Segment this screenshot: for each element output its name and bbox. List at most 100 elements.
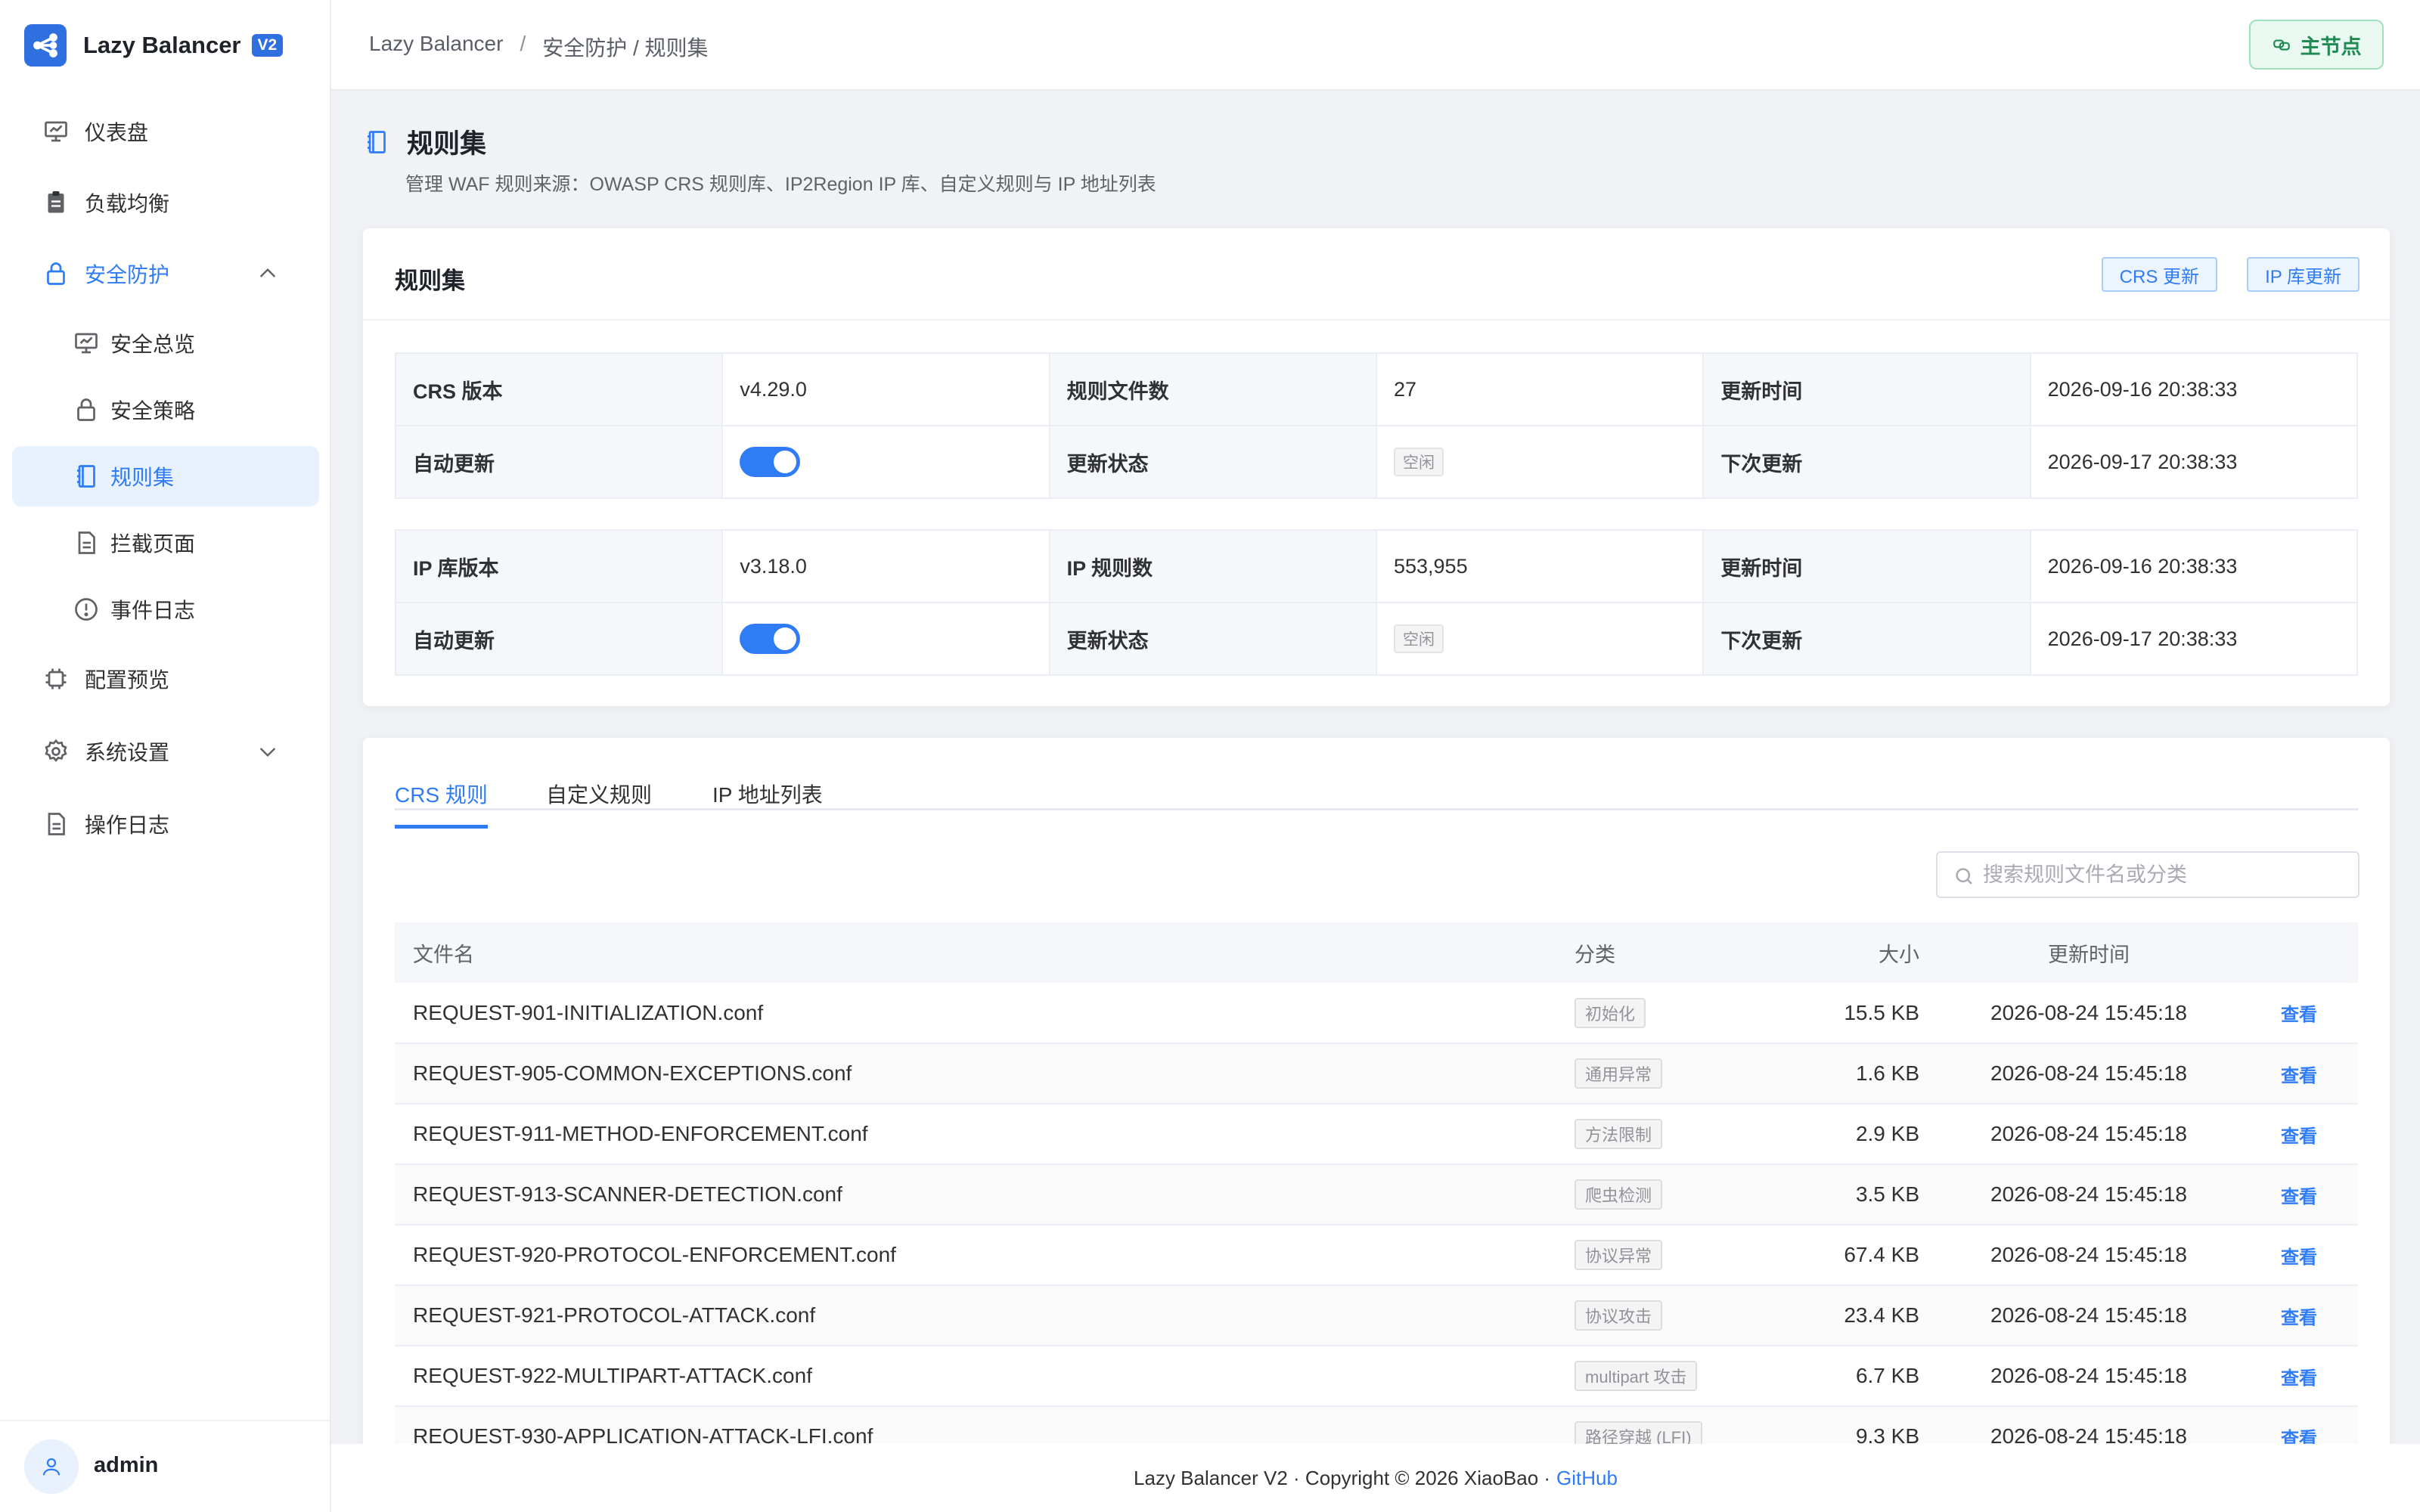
crs-version-value: v4.29.0 <box>721 352 1050 426</box>
column-header-category[interactable]: 分类 <box>1575 922 1801 983</box>
sidebar-item-load-balance[interactable]: 负载均衡 <box>12 172 319 233</box>
sidebar-item-security-policy[interactable]: 安全策略 <box>12 380 319 440</box>
table-row: REQUEST-911-METHOD-ENFORCEMENT.conf 方法限制… <box>395 1104 2358 1165</box>
sidebar-item-event-log[interactable]: 事件日志 <box>12 579 319 640</box>
rule-updated: 2026-08-24 15:45:18 <box>1938 1164 2240 1225</box>
page-title: 规则集 <box>407 129 487 159</box>
brand[interactable]: Lazy Balancer V2 <box>24 24 284 67</box>
notebook-icon <box>77 465 95 488</box>
column-header-size[interactable]: 大小 <box>1801 922 1938 983</box>
sidebar-item-block-page[interactable]: 拦截页面 <box>12 513 319 573</box>
chevron-up-icon <box>259 268 276 277</box>
view-button[interactable]: 查看 <box>2240 1104 2358 1165</box>
primary-node-label: 主节点 <box>2300 35 2362 58</box>
sidebar-item-label: 系统设置 <box>85 741 170 764</box>
monitor-icon <box>75 333 98 354</box>
github-link[interactable]: GitHub <box>1556 1467 1618 1490</box>
lock-icon <box>47 262 65 285</box>
view-button[interactable]: 查看 <box>2240 1043 2358 1105</box>
category-tag: 通用异常 <box>1575 1058 1663 1089</box>
table-row: REQUEST-913-SCANNER-DETECTION.conf 爬虫检测 … <box>395 1164 2358 1225</box>
notebook-icon <box>368 130 386 153</box>
sidebar-item-security[interactable]: 安全防护 <box>12 243 319 304</box>
sidebar-item-label: 事件日志 <box>110 599 196 622</box>
crs-update-button[interactable]: CRS 更新 <box>2101 257 2217 292</box>
user-icon <box>42 1458 60 1476</box>
view-button[interactable]: 查看 <box>2240 1285 2358 1346</box>
ip-info-table: IP 库版本 v3.18.0 IP 规则数 553,955 更新时间 2026-… <box>394 529 2359 676</box>
ip-rules-value: 553,955 <box>1375 529 1705 603</box>
page-subtitle: 管理 WAF 规则来源：OWASP CRS 规则库、IP2Region IP 库… <box>405 174 1156 195</box>
sidebar-item-dashboard[interactable]: 仪表盘 <box>12 101 319 162</box>
tab-custom-rules[interactable]: 自定义规则 <box>546 779 652 823</box>
sidebar-item-system-settings[interactable]: 系统设置 <box>12 721 319 782</box>
dashboard-icon <box>45 121 67 142</box>
top-header: Lazy Balancer / 安全防护 / 规则集 主节点 <box>331 0 2420 91</box>
ip-auto-update-label: 自动更新 <box>394 602 724 676</box>
rule-updated: 2026-08-24 15:45:18 <box>1938 1225 2240 1286</box>
rule-category-cell: 协议攻击 <box>1575 1285 1801 1346</box>
rule-category-cell: 初始化 <box>1575 983 1801 1044</box>
breadcrumb: Lazy Balancer / 安全防护 / 规则集 <box>369 32 709 62</box>
tab-ip-list[interactable]: IP 地址列表 <box>712 779 823 823</box>
sidebar-item-label: 拦截页面 <box>110 532 196 556</box>
column-header-filename[interactable]: 文件名 <box>395 922 1575 983</box>
rules-tabs: CRS 规则 自定义规则 IP 地址列表 <box>395 779 2358 829</box>
crs-updated-value: 2026-09-16 20:38:33 <box>2029 352 2359 426</box>
sidebar-item-label: 配置预览 <box>85 668 170 692</box>
crs-auto-update-label: 自动更新 <box>394 425 724 499</box>
category-tag: 方法限制 <box>1575 1119 1663 1149</box>
view-button[interactable]: 查看 <box>2240 1346 2358 1407</box>
sidebar-item-label: 操作日志 <box>85 813 170 837</box>
ip-next-label: 下次更新 <box>1702 602 2031 676</box>
rule-search <box>1936 851 2360 898</box>
ip-version-value: v3.18.0 <box>721 529 1050 603</box>
primary-node-button[interactable]: 主节点 <box>2249 20 2384 70</box>
rule-size: 3.5 KB <box>1801 1164 1938 1225</box>
crs-auto-update-toggle[interactable] <box>740 447 801 477</box>
sidebar-item-label: 仪表盘 <box>85 121 149 144</box>
view-button[interactable]: 查看 <box>2240 983 2358 1044</box>
clipboard-icon <box>48 191 64 213</box>
ip-next-value: 2026-09-17 20:38:33 <box>2029 602 2359 676</box>
ip-auto-update-toggle[interactable] <box>740 624 801 654</box>
alert-circle-icon <box>75 598 98 621</box>
column-header-updated[interactable]: 更新时间 <box>1938 922 2240 983</box>
view-button[interactable]: 查看 <box>2240 1164 2358 1225</box>
sidebar-item-label: 规则集 <box>110 466 175 489</box>
sidebar-item-operation-log[interactable]: 操作日志 <box>12 794 319 854</box>
breadcrumb-root[interactable]: Lazy Balancer <box>369 32 503 62</box>
share-icon <box>24 24 67 67</box>
rule-filename: REQUEST-901-INITIALIZATION.conf <box>395 983 1575 1044</box>
link-icon <box>2273 39 2290 51</box>
sidebar: Lazy Balancer V2 仪表盘 负载均衡 安全防护 安全总览 安全策略… <box>0 0 331 1512</box>
sidebar-item-rulesets[interactable]: 规则集 <box>12 446 319 507</box>
table-row: REQUEST-920-PROTOCOL-ENFORCEMENT.conf 协议… <box>395 1225 2358 1286</box>
chevron-down-icon <box>259 748 276 758</box>
sidebar-item-security-overview[interactable]: 安全总览 <box>12 313 319 373</box>
ip-auto-update-cell <box>721 602 1050 676</box>
user-menu[interactable]: admin <box>0 1420 330 1512</box>
tab-crs-rules[interactable]: CRS 规则 <box>395 779 488 829</box>
category-tag: 协议异常 <box>1575 1240 1663 1270</box>
rule-category-cell: 协议异常 <box>1575 1225 1801 1286</box>
crs-version-label: CRS 版本 <box>394 352 724 426</box>
gear-icon <box>45 739 67 762</box>
rule-updated: 2026-08-24 15:45:18 <box>1938 1285 2240 1346</box>
crs-files-label: 规则文件数 <box>1048 352 1377 426</box>
page-title-row: 规则集 <box>363 122 486 161</box>
rules-table: 文件名 分类 大小 更新时间 REQUEST-901-INITIALIZATIO… <box>395 922 2358 1467</box>
rule-size: 6.7 KB <box>1801 1346 1938 1407</box>
table-row: REQUEST-905-COMMON-EXCEPTIONS.conf 通用异常 … <box>395 1043 2358 1105</box>
search-input[interactable] <box>1983 863 2338 887</box>
crs-next-label: 下次更新 <box>1702 425 2031 499</box>
sidebar-item-config-preview[interactable]: 配置预览 <box>12 649 319 709</box>
category-tag: 协议攻击 <box>1575 1300 1663 1331</box>
rules-list-card: CRS 规则 自定义规则 IP 地址列表 文件名 分类 大小 更新时间 REQU… <box>363 738 2390 1512</box>
rule-filename: REQUEST-920-PROTOCOL-ENFORCEMENT.conf <box>395 1225 1575 1286</box>
rule-size: 67.4 KB <box>1801 1225 1938 1286</box>
crs-info-table: CRS 版本 v4.29.0 规则文件数 27 更新时间 2026-09-16 … <box>394 352 2359 499</box>
ip-update-button[interactable]: IP 库更新 <box>2247 257 2360 292</box>
view-button[interactable]: 查看 <box>2240 1225 2358 1286</box>
rule-filename: REQUEST-922-MULTIPART-ATTACK.conf <box>395 1346 1575 1407</box>
